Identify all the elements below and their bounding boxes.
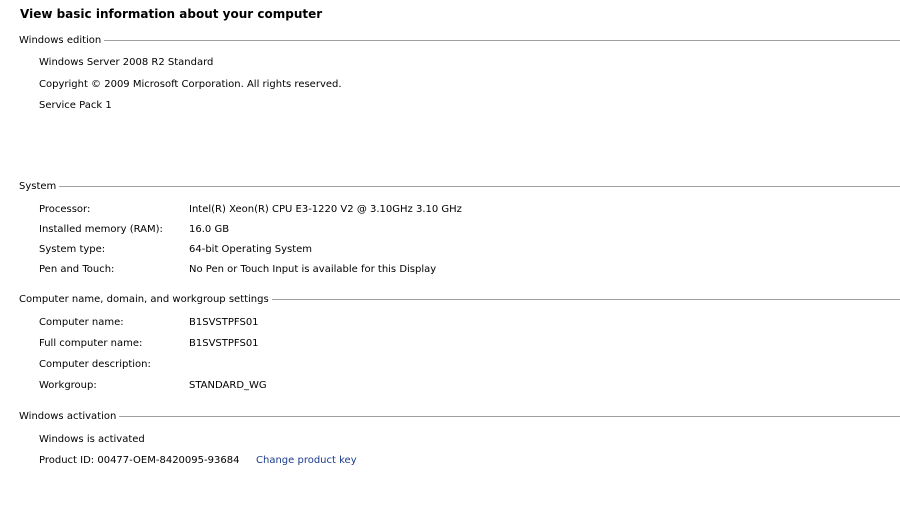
section-divider xyxy=(104,40,900,42)
windows-edition-section-header: Windows edition xyxy=(19,34,900,48)
processor-value: Intel(R) Xeon(R) CPU E3-1220 V2 @ 3.10GH… xyxy=(189,204,462,215)
pen-touch-label: Pen and Touch: xyxy=(39,264,115,275)
edition-copyright: Copyright © 2009 Microsoft Corporation. … xyxy=(39,79,342,90)
processor-label: Processor: xyxy=(39,204,91,215)
page-title: View basic information about your comput… xyxy=(20,7,323,21)
windows-activation-section-header: Windows activation xyxy=(19,410,900,424)
computer-name-value: B1SVSTPFS01 xyxy=(189,317,259,328)
computer-name-header-label: Computer name, domain, and workgroup set… xyxy=(19,294,269,305)
system-header-label: System xyxy=(19,181,57,192)
windows-edition-header-label: Windows edition xyxy=(19,35,102,46)
workgroup-label: Workgroup: xyxy=(39,380,97,391)
edition-service-pack: Service Pack 1 xyxy=(39,100,112,111)
computer-name-section-header: Computer name, domain, and workgroup set… xyxy=(19,293,900,307)
product-id: Product ID: 00477-OEM-8420095-93684 xyxy=(39,455,240,466)
section-divider xyxy=(271,299,900,301)
system-properties-page: View basic information about your comput… xyxy=(0,0,900,518)
change-product-key-link[interactable]: Change product key xyxy=(256,454,357,468)
section-divider xyxy=(119,416,900,418)
full-computer-name-label: Full computer name: xyxy=(39,338,143,349)
activation-status: Windows is activated xyxy=(39,434,145,445)
system-type-value: 64-bit Operating System xyxy=(189,244,313,255)
workgroup-value: STANDARD_WG xyxy=(189,380,267,391)
computer-name-label: Computer name: xyxy=(39,317,124,328)
edition-name: Windows Server 2008 R2 Standard xyxy=(39,57,214,68)
memory-label: Installed memory (RAM): xyxy=(39,224,163,235)
computer-description-label: Computer description: xyxy=(39,359,151,370)
windows-activation-header-label: Windows activation xyxy=(19,411,117,422)
system-type-label: System type: xyxy=(39,244,106,255)
system-section-header: System xyxy=(19,180,900,194)
full-computer-name-value: B1SVSTPFS01 xyxy=(189,338,259,349)
memory-value: 16.0 GB xyxy=(189,224,230,235)
pen-touch-value: No Pen or Touch Input is available for t… xyxy=(189,264,437,275)
section-divider xyxy=(59,186,900,188)
